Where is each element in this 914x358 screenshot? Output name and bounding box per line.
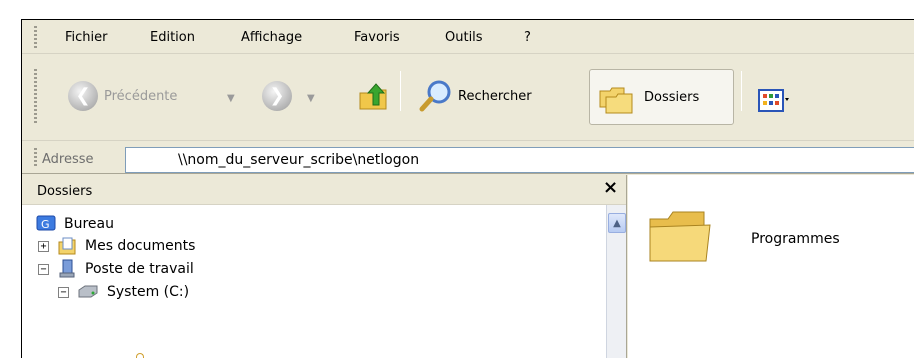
list-item[interactable]: Programmes — [646, 203, 840, 271]
folder-icon — [136, 353, 144, 358]
folders-icon — [599, 87, 633, 114]
menu-fichier[interactable]: Fichier — [65, 30, 108, 45]
folders-pane-header: Dossiers × — [22, 175, 626, 205]
forward-button[interactable]: ❯ — [262, 74, 292, 118]
tree-label: Bureau — [64, 216, 114, 232]
standard-toolbar: ❮ Précédente ▼ ❯ ▼ Rechercher Dossiers — [22, 55, 914, 141]
tree-label: Mes documents — [85, 238, 196, 254]
desktop-icon: G — [36, 215, 56, 231]
folders-pane: Dossiers × G Bureau + Mes documents − Po… — [22, 175, 627, 358]
toolbar-grip[interactable] — [34, 69, 37, 125]
menu-outils[interactable]: Outils — [445, 30, 483, 45]
folders-pane-title: Dossiers — [37, 184, 93, 199]
menu-edition[interactable]: Edition — [150, 30, 195, 45]
menu-affichage[interactable]: Affichage — [241, 30, 302, 45]
my-computer-icon — [59, 259, 75, 278]
address-grip[interactable] — [34, 148, 37, 168]
folder-up-icon — [359, 83, 387, 110]
tree-item-mes-documents[interactable]: + Mes documents — [38, 235, 195, 257]
file-list: Programmes — [628, 175, 914, 358]
address-input[interactable]: \\nom_du_serveur_scribe\netlogon — [125, 147, 914, 173]
scroll-up-button[interactable]: ▲ — [608, 213, 626, 233]
folder-icon — [649, 211, 711, 262]
folders-button[interactable]: Dossiers — [589, 69, 734, 125]
search-label: Rechercher — [458, 88, 532, 104]
tree-item-bureau[interactable]: G Bureau — [36, 213, 114, 235]
back-button[interactable]: ❮ Précédente — [68, 74, 177, 118]
menu-grip[interactable] — [34, 26, 37, 48]
forward-arrow-icon: ❯ — [262, 81, 292, 111]
magnifier-icon — [419, 80, 451, 112]
menu-favoris[interactable]: Favoris — [354, 30, 400, 45]
address-bar: Adresse \\nom_du_serveur_scribe\netlogon — [22, 142, 914, 174]
tree-item-poste-de-travail[interactable]: − Poste de travail — [38, 258, 194, 280]
folders-label: Dossiers — [644, 90, 700, 105]
up-folder-button[interactable] — [356, 74, 390, 118]
tree-label: System (C:) — [107, 284, 190, 300]
forward-history-caret[interactable]: ▼ — [307, 93, 315, 104]
views-button[interactable] — [758, 79, 790, 123]
collapse-icon[interactable]: − — [58, 286, 69, 298]
tree-label: Poste de travail — [85, 261, 194, 277]
toolbar-separator — [400, 71, 401, 111]
expand-icon[interactable]: + — [38, 240, 49, 252]
menu-help[interactable]: ? — [524, 30, 531, 45]
my-documents-icon — [58, 237, 76, 255]
svg-text:G: G — [41, 218, 50, 231]
drive-icon — [78, 285, 98, 298]
tree-item-system-c[interactable]: − System (C:) — [58, 281, 189, 303]
search-button[interactable]: Rechercher — [418, 74, 532, 118]
back-label: Précédente — [104, 88, 178, 104]
file-label: Programmes — [751, 231, 840, 247]
toolbar-separator — [741, 71, 742, 111]
views-icon — [758, 89, 789, 112]
explorer-window: Fichier Edition Affichage Favoris Outils… — [21, 19, 914, 358]
back-arrow-icon: ❮ — [68, 81, 98, 111]
close-icon[interactable]: × — [603, 177, 618, 198]
address-label: Adresse — [42, 152, 94, 167]
scrollbar[interactable]: ▲ — [606, 205, 626, 358]
back-history-caret[interactable]: ▼ — [227, 93, 235, 104]
collapse-icon[interactable]: − — [38, 263, 49, 275]
menu-bar: Fichier Edition Affichage Favoris Outils… — [22, 20, 914, 54]
